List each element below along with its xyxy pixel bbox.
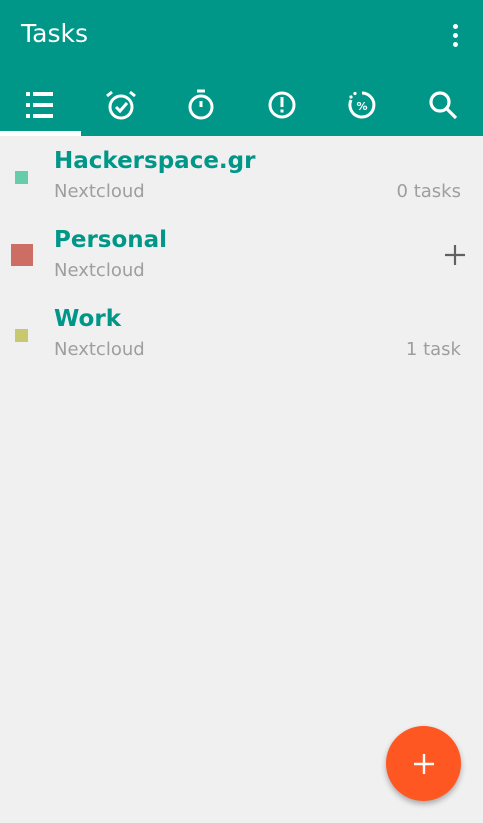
- list-task-count: 0 tasks: [396, 181, 461, 202]
- overflow-menu-icon[interactable]: [443, 18, 467, 52]
- alert-circle-icon: [268, 91, 296, 119]
- tab-progress[interactable]: %: [322, 74, 403, 136]
- tab-alarm[interactable]: [81, 74, 162, 136]
- tab-timer[interactable]: [161, 74, 242, 136]
- list-name: Personal: [54, 227, 168, 253]
- tab-bar: %: [0, 74, 483, 136]
- svg-text:%: %: [357, 100, 368, 113]
- list-account: Nextcloud: [54, 260, 145, 281]
- list-item[interactable]: Hackerspace.gr Nextcloud 0 tasks: [0, 136, 483, 215]
- tab-search[interactable]: [403, 74, 483, 136]
- list-color-swatch: [15, 329, 28, 342]
- app-title: Tasks: [21, 19, 88, 48]
- tab-list[interactable]: [0, 74, 81, 136]
- app-bar: Tasks %: [0, 0, 483, 136]
- tab-priority[interactable]: [242, 74, 323, 136]
- list-item[interactable]: Personal Nextcloud: [0, 215, 483, 294]
- alarm-check-icon: [105, 90, 136, 120]
- percent-progress-icon: %: [348, 91, 376, 119]
- list-task-count: 1 task: [405, 339, 461, 360]
- list-color-swatch: [11, 244, 33, 266]
- stopwatch-icon: [188, 89, 214, 120]
- list-item[interactable]: Work Nextcloud 1 task: [0, 294, 483, 373]
- list-account: Nextcloud: [54, 339, 145, 360]
- plus-icon: [413, 753, 434, 774]
- add-fab-button[interactable]: [386, 726, 461, 801]
- list-account: Nextcloud: [54, 181, 145, 202]
- search-icon: [429, 91, 457, 120]
- list-color-swatch: [15, 171, 28, 184]
- list-name: Hackerspace.gr: [54, 148, 256, 174]
- list-icon: [26, 92, 54, 118]
- list-name: Work: [54, 306, 121, 332]
- task-list-collection: Hackerspace.gr Nextcloud 0 tasks Persona…: [0, 136, 483, 373]
- add-task-icon[interactable]: [443, 243, 467, 267]
